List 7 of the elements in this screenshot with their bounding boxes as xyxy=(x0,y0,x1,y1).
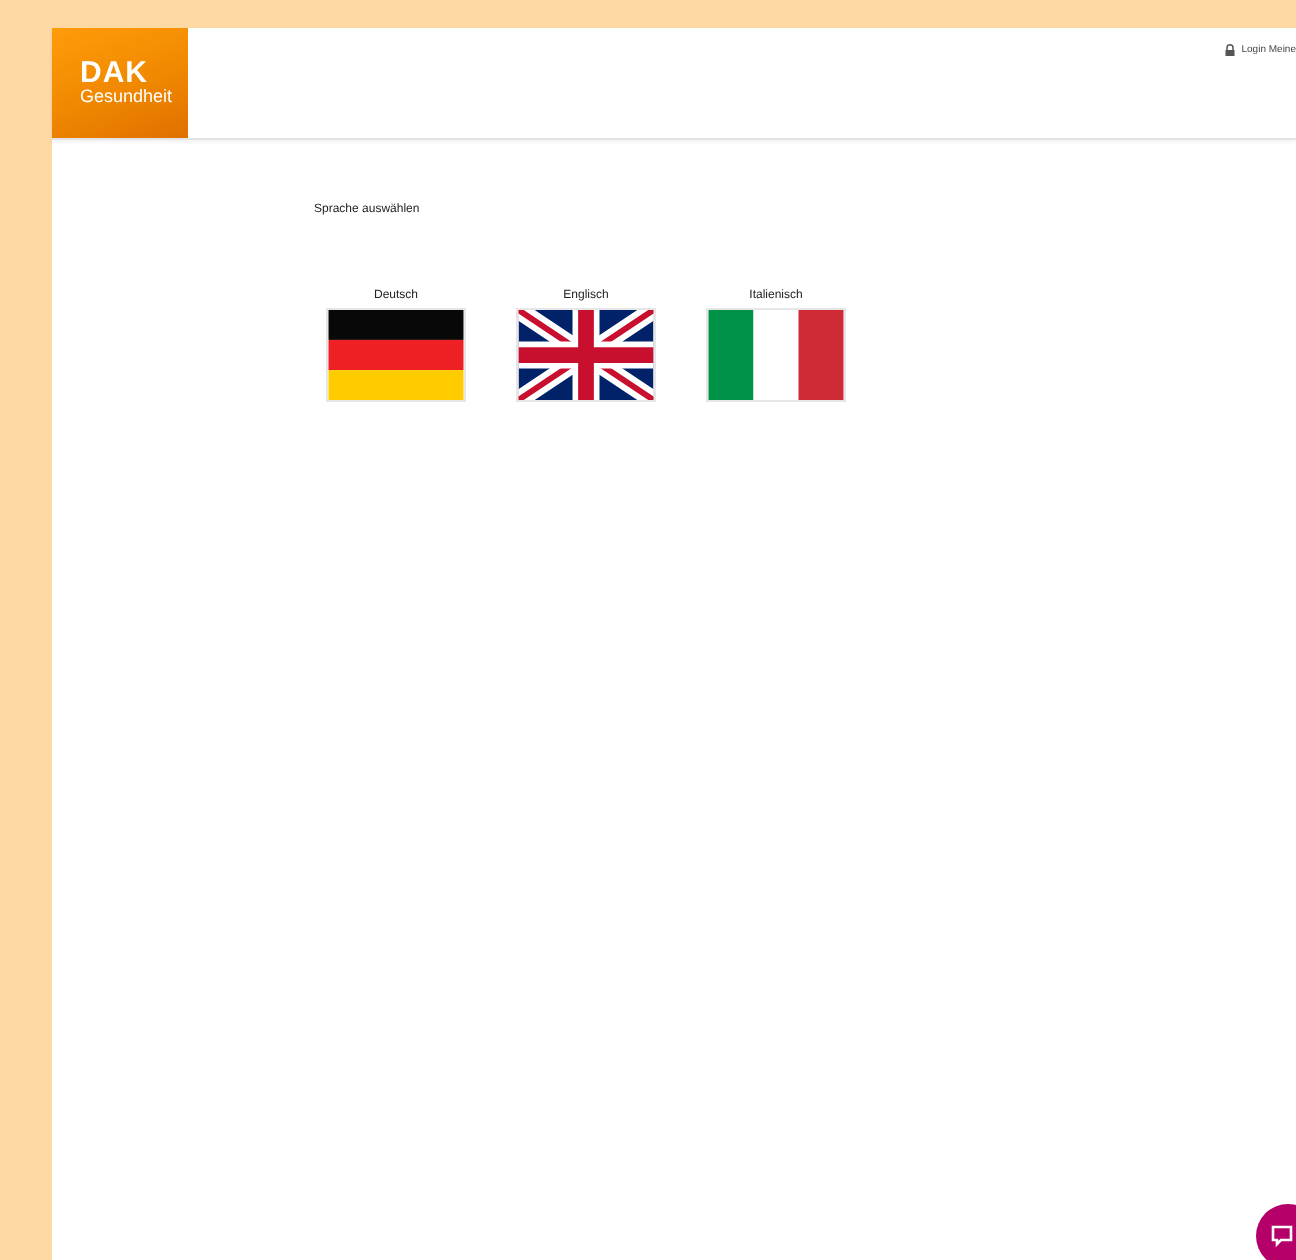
british-flag-icon[interactable] xyxy=(518,310,654,400)
lock-icon xyxy=(1223,44,1236,56)
chat-bubble-icon xyxy=(1270,1224,1294,1248)
german-flag-icon[interactable] xyxy=(328,310,464,400)
logo-subtitle: Gesundheit xyxy=(80,86,173,106)
logo-brand: DAK xyxy=(80,60,148,86)
italian-flag-icon[interactable] xyxy=(708,310,844,400)
